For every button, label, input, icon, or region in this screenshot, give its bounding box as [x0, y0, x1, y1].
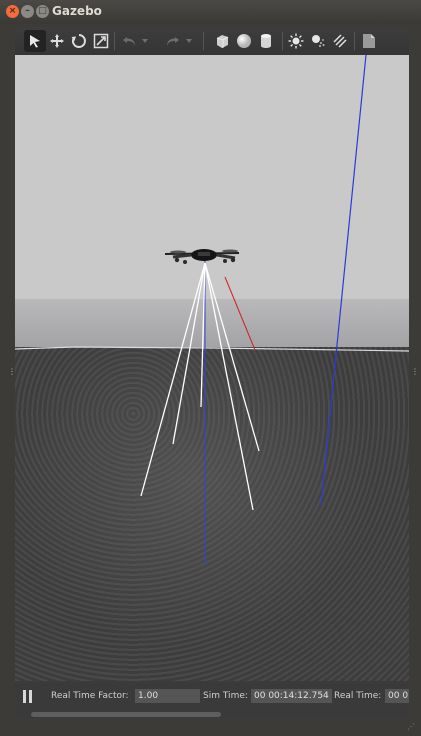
- right-panel-handle[interactable]: ⋮: [411, 367, 419, 377]
- blue-axis-line: [320, 55, 367, 506]
- real-time-factor-label: Real Time Factor:: [51, 691, 129, 701]
- screenshot-icon[interactable]: [358, 30, 380, 52]
- rotate-icon[interactable]: [68, 30, 90, 52]
- undo-dropdown-icon[interactable]: [139, 30, 151, 52]
- select-arrow-icon[interactable]: [24, 30, 46, 52]
- real-time-label: Real Time:: [334, 691, 382, 701]
- sim-time-value: 00 00:14:12.754: [251, 689, 332, 703]
- maximize-button[interactable]: □: [36, 5, 49, 18]
- directional-light-icon[interactable]: [329, 30, 351, 52]
- scrollbar-thumb[interactable]: [31, 712, 221, 717]
- real-time-factor-value: 1.00: [135, 689, 200, 703]
- redo-dropdown-icon[interactable]: [183, 30, 195, 52]
- minimize-button[interactable]: –: [21, 5, 34, 18]
- spot-light-icon[interactable]: [307, 30, 329, 52]
- toolbar-separator: [203, 32, 204, 50]
- sensor-rays: [140, 262, 260, 511]
- undo-icon[interactable]: [119, 30, 141, 52]
- real-time-value: 00 0: [385, 689, 409, 703]
- translate-icon[interactable]: [46, 30, 68, 52]
- title-bar: × – □ Gazebo: [0, 0, 421, 24]
- cylinder-shape-icon[interactable]: [255, 30, 277, 52]
- drone-x-axis: [224, 276, 256, 351]
- 3d-viewport[interactable]: [15, 55, 409, 681]
- toolbar-separator: [354, 32, 355, 50]
- toolbar-separator: [114, 32, 115, 50]
- quadcopter-model: [164, 249, 240, 264]
- sim-time-label: Sim Time:: [203, 691, 248, 701]
- point-light-icon[interactable]: [285, 30, 307, 52]
- pause-button[interactable]: [23, 690, 33, 703]
- window-title: Gazebo: [52, 4, 102, 18]
- toolbar: [15, 27, 409, 55]
- scale-icon[interactable]: [90, 30, 112, 52]
- box-shape-icon[interactable]: [211, 30, 233, 52]
- toolbar-separator: [282, 32, 283, 50]
- resize-grip-icon[interactable]: ⋰: [407, 722, 415, 731]
- sphere-shape-icon[interactable]: [233, 30, 255, 52]
- redo-icon[interactable]: [161, 30, 183, 52]
- status-bar: Real Time Factor: 1.00 Sim Time: 00 00:1…: [15, 683, 409, 711]
- left-panel-handle[interactable]: ⋮: [8, 367, 16, 377]
- scene-overlay: [15, 55, 409, 565]
- gazebo-window: × – □ Gazebo ⋮ ⋮ Real Time Factor: 1.00 …: [0, 0, 421, 736]
- horizontal-scrollbar[interactable]: [15, 711, 409, 718]
- close-button[interactable]: ×: [6, 5, 19, 18]
